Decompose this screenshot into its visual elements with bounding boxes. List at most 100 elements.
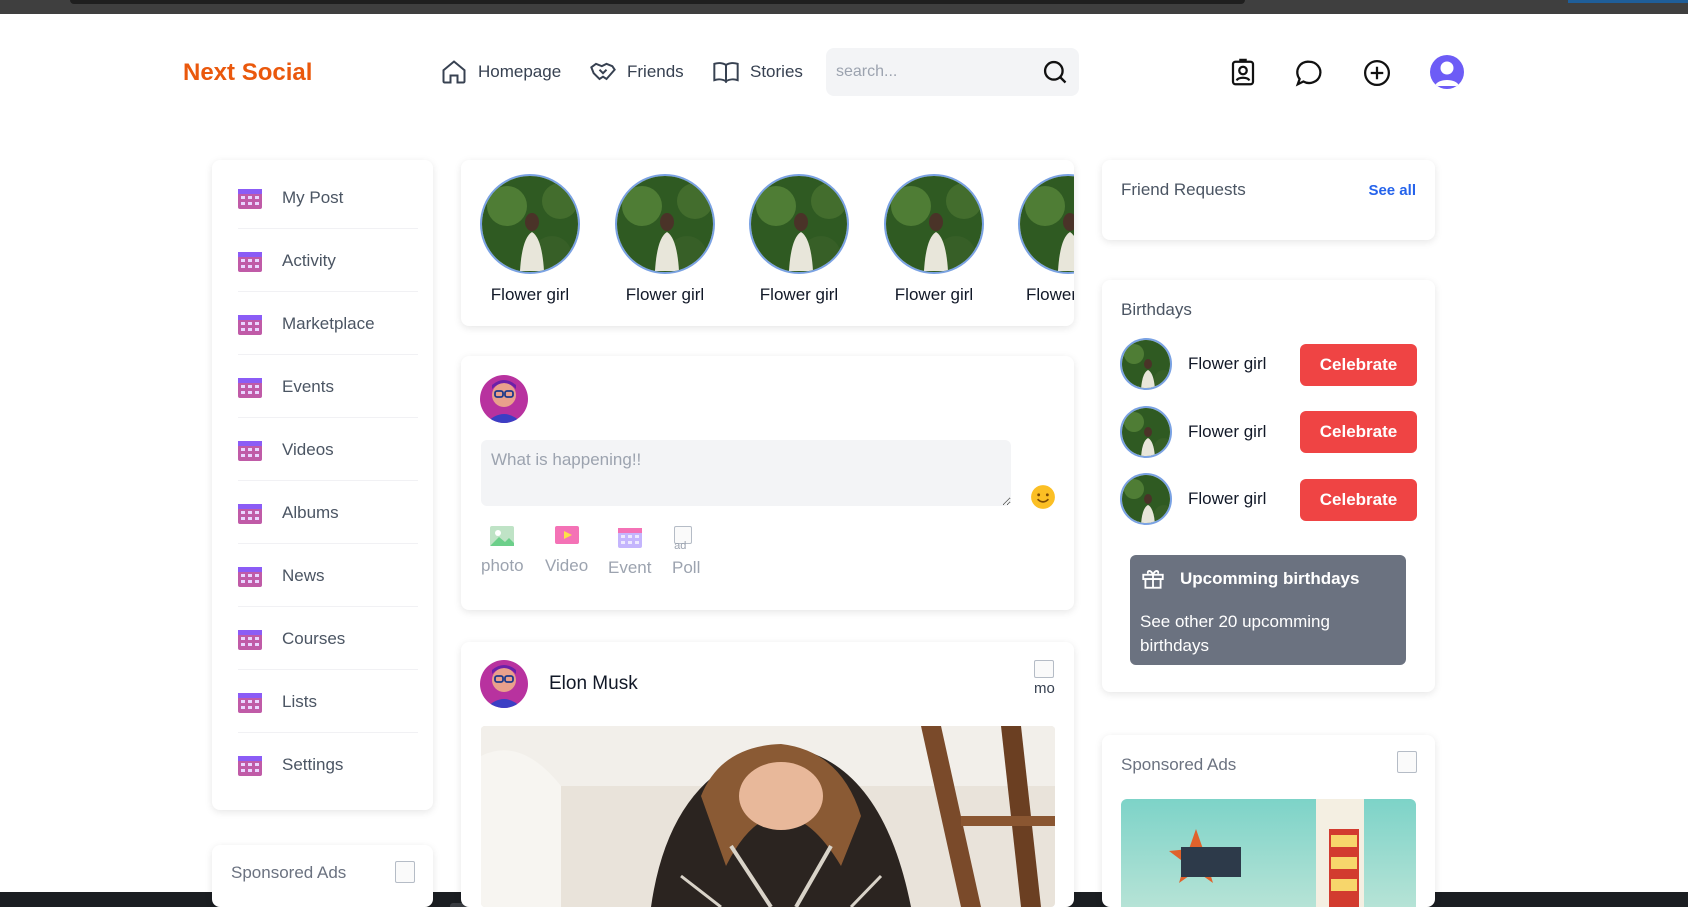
sidebar-item-videos[interactable]: Videos: [238, 419, 418, 481]
composer-option-label: Poll: [672, 558, 701, 577]
sponsored-ad-image[interactable]: [1121, 799, 1416, 907]
nav-stories[interactable]: Stories: [712, 58, 803, 86]
birthdays-title: Birthdays: [1121, 300, 1192, 319]
sidebar-menu: My Post Activity Marketplace Events Vide…: [212, 160, 433, 810]
composer-input[interactable]: [481, 440, 1011, 506]
calendar-icon: [617, 528, 642, 548]
composer-option-label: Video: [545, 556, 589, 575]
chat-icon[interactable]: [1294, 58, 1324, 88]
sidebar-item-label: My Post: [282, 187, 344, 207]
contacts-icon[interactable]: [1228, 58, 1258, 88]
photo-icon: [490, 526, 515, 546]
sidebar-item-albums[interactable]: Albums: [238, 482, 418, 544]
sidebar-item-label: Videos: [282, 439, 334, 459]
composer-avatar[interactable]: [480, 375, 528, 423]
upcoming-birthdays-title: Upcomming birthdays: [1180, 569, 1360, 588]
search-icon[interactable]: [1041, 58, 1069, 86]
broken-image-icon: [1397, 751, 1417, 773]
sidebar-item-settings[interactable]: Settings: [238, 734, 418, 796]
friend-requests-title: Friend Requests: [1121, 180, 1246, 199]
story-avatar: [480, 174, 580, 274]
home-icon: [442, 60, 466, 84]
calendar-icon: [238, 188, 262, 209]
stories-strip: Flower girl Flower girl Flower girl Flow…: [461, 160, 1074, 326]
calendar-icon: [238, 251, 262, 272]
nav-friends-label: Friends: [627, 62, 684, 81]
post-more-button[interactable]: mo: [1034, 660, 1058, 700]
story-avatar: [749, 174, 849, 274]
story-item[interactable]: Flower girl: [1018, 174, 1074, 305]
post-image[interactable]: [481, 726, 1055, 907]
calendar-icon: [238, 503, 262, 524]
story-name: Flower girl: [1026, 285, 1074, 304]
emoji-icon[interactable]: [1030, 484, 1056, 510]
story-item[interactable]: Flower girl: [884, 174, 984, 305]
add-circle-icon[interactable]: [1362, 58, 1392, 88]
broken-image-icon: [1034, 660, 1054, 678]
composer-option-event[interactable]: Event: [608, 526, 651, 578]
browser-accent: [1568, 0, 1688, 3]
sponsored-label: Sponsored Ads: [1121, 755, 1237, 774]
sidebar-item-activity[interactable]: Activity: [238, 230, 418, 292]
celebrate-button[interactable]: Celebrate: [1300, 411, 1417, 453]
friend-requests-card: Friend Requests See all: [1102, 160, 1435, 240]
book-icon: [713, 62, 739, 84]
nav-homepage[interactable]: Homepage: [440, 58, 561, 86]
post-author-avatar[interactable]: [480, 660, 528, 708]
broken-image-alt: mo: [1034, 680, 1055, 697]
sidebar-item-events[interactable]: Events: [238, 356, 418, 418]
birthday-avatar[interactable]: [1120, 406, 1172, 458]
story-avatar: [615, 174, 715, 274]
composer-option-video[interactable]: Video: [545, 526, 588, 576]
composer-option-poll[interactable]: ad Poll: [672, 526, 700, 578]
post-composer: photo Video Event ad Poll: [461, 356, 1074, 610]
story-name: Flower girl: [759, 285, 839, 304]
sidebar-item-marketplace[interactable]: Marketplace: [238, 293, 418, 355]
calendar-icon: [238, 692, 262, 713]
post-author-name[interactable]: Elon Musk: [549, 673, 638, 695]
story-item[interactable]: Flower girl: [615, 174, 715, 305]
composer-option-label: photo: [481, 556, 524, 575]
search-input[interactable]: [836, 60, 1026, 84]
story-avatar: [1018, 174, 1074, 274]
poll-icon: ad: [674, 526, 698, 552]
birthday-name: Flower girl: [1188, 354, 1267, 373]
right-sponsored-card: Sponsored Ads: [1102, 735, 1435, 907]
sidebar-item-label: Albums: [282, 502, 339, 522]
sidebar-sponsored-card: Sponsored Ads: [212, 845, 433, 907]
see-all-link[interactable]: See all: [1368, 182, 1416, 199]
sidebar-item-lists[interactable]: Lists: [238, 671, 418, 733]
app-logo[interactable]: Next Social: [183, 59, 312, 87]
calendar-icon: [238, 440, 262, 461]
sidebar-item-courses[interactable]: Courses: [238, 608, 418, 670]
sidebar-item-news[interactable]: News: [238, 545, 418, 607]
video-icon: [554, 526, 579, 544]
calendar-icon: [238, 377, 262, 398]
upcoming-birthdays-box[interactable]: Upcomming birthdays See other 20 upcommi…: [1130, 555, 1406, 665]
calendar-icon: [238, 314, 262, 335]
birthday-avatar[interactable]: [1120, 338, 1172, 390]
sidebar-item-label: Courses: [282, 628, 346, 648]
upcoming-birthdays-desc: See other 20 upcomming birthdays: [1140, 612, 1330, 655]
composer-option-photo[interactable]: photo: [481, 526, 524, 576]
sidebar-item-label: Marketplace: [282, 313, 375, 333]
nav-homepage-label: Homepage: [478, 62, 562, 81]
calendar-icon: [238, 566, 262, 587]
sidebar-item-my-post[interactable]: My Post: [238, 167, 418, 229]
top-header: Next Social Homepage Friends Stories: [0, 14, 1688, 144]
story-item[interactable]: Flower girl: [480, 174, 580, 305]
celebrate-button[interactable]: Celebrate: [1300, 479, 1417, 521]
handshake-icon: [590, 62, 616, 81]
user-avatar[interactable]: [1430, 55, 1464, 89]
sponsored-label: Sponsored Ads: [231, 863, 347, 882]
broken-image-alt: ad: [674, 540, 687, 552]
browser-tab-strip: [70, 0, 1245, 4]
birthday-avatar[interactable]: [1120, 473, 1172, 525]
story-item[interactable]: Flower girl: [749, 174, 849, 305]
celebrate-button[interactable]: Celebrate: [1300, 344, 1417, 386]
user-icon: [1435, 61, 1459, 86]
browser-top-bar: [0, 0, 1688, 14]
search-box: [826, 48, 1079, 96]
birthday-name: Flower girl: [1188, 489, 1267, 508]
nav-friends[interactable]: Friends: [589, 58, 684, 86]
